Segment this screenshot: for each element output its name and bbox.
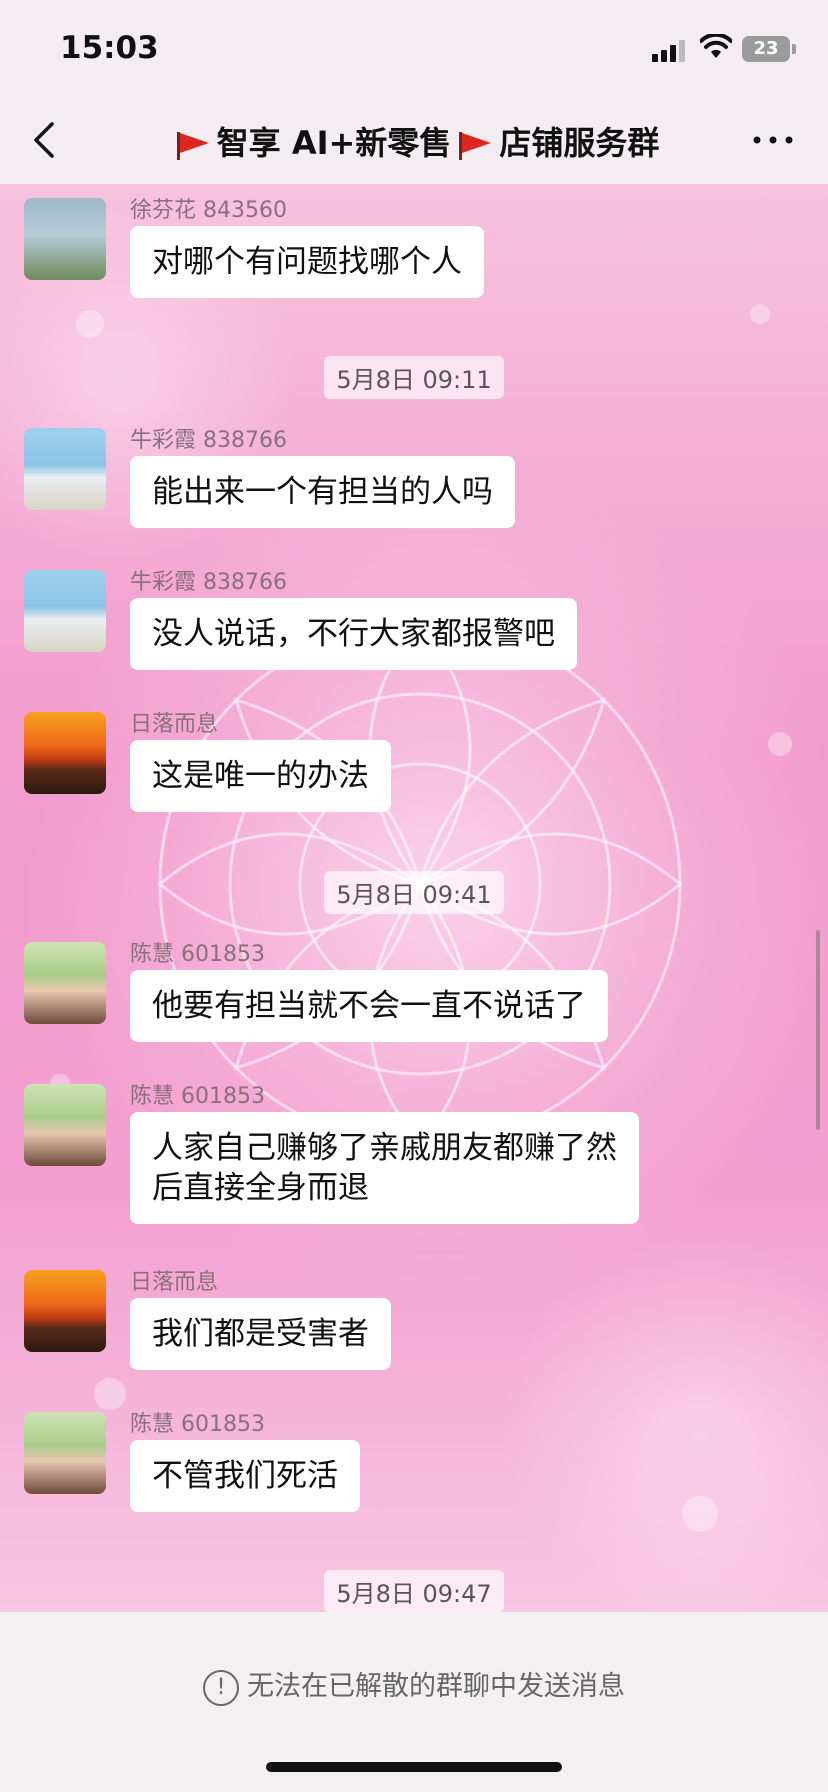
chat-title: 智享 AI+新零售 店铺服务群	[0, 118, 828, 164]
avatar[interactable]	[24, 942, 106, 1024]
avatar[interactable]	[24, 1412, 106, 1494]
disbanded-notice: ! 无法在已解散的群聊中发送消息	[0, 1664, 828, 1706]
timestamp: 5月8日 09:47	[0, 1570, 828, 1613]
message-bubble[interactable]: 我们都是受害者	[130, 1298, 391, 1370]
status-bar: 15:03 23	[0, 0, 828, 96]
sender-name: 日落而息	[130, 712, 219, 737]
message-bubble[interactable]: 人家自己赚够了亲戚朋友都赚了然 后直接全身而退	[130, 1112, 639, 1224]
exclamation-circle-icon: !	[203, 1669, 239, 1706]
red-flag-icon	[459, 132, 492, 160]
avatar[interactable]	[24, 428, 106, 510]
message-bubble[interactable]: 能出来一个有担当的人吗	[130, 456, 515, 528]
avatar[interactable]	[24, 570, 106, 652]
sender-name: 牛彩霞 838766	[130, 428, 287, 453]
message-bubble[interactable]: 他要有担当就不会一直不说话了	[130, 970, 608, 1042]
chat-title-right: 店铺服务群	[499, 124, 660, 162]
message-bubble[interactable]: 没人说话，不行大家都报警吧	[130, 598, 577, 670]
sender-name: 徐芬花 843560	[130, 198, 287, 223]
sender-name: 陈慧 601853	[130, 1084, 265, 1109]
sender-name: 陈慧 601853	[130, 1412, 265, 1437]
battery-tip	[792, 44, 796, 54]
avatar[interactable]	[24, 712, 106, 794]
scrollbar[interactable]	[816, 930, 820, 1130]
home-indicator[interactable]	[266, 1762, 562, 1772]
notice-text: 无法在已解散的群聊中发送消息	[247, 1671, 625, 1702]
avatar[interactable]	[24, 1270, 106, 1352]
red-flag-icon	[176, 132, 209, 160]
input-area: ! 无法在已解散的群聊中发送消息	[0, 1612, 828, 1792]
chat-title-left: 智享 AI+新零售	[216, 124, 452, 162]
message-bubble[interactable]: 这是唯一的办法	[130, 740, 391, 812]
sender-name: 牛彩霞 838766	[130, 570, 287, 595]
timestamp-text: 5月8日 09:47	[324, 1570, 504, 1613]
sender-name: 日落而息	[130, 1270, 219, 1295]
cellular-signal-icon	[652, 40, 685, 62]
wifi-icon	[700, 34, 732, 58]
avatar[interactable]	[24, 1084, 106, 1166]
message-bubble[interactable]: 对哪个有问题找哪个人	[130, 226, 484, 298]
status-time: 15:03	[60, 30, 159, 66]
avatar[interactable]	[24, 198, 106, 280]
timestamp-text: 5月8日 09:11	[324, 356, 504, 399]
timestamp: 5月8日 09:41	[0, 871, 828, 914]
timestamp-text: 5月8日 09:41	[324, 871, 504, 914]
ellipsis-icon[interactable]	[748, 128, 798, 152]
message-bubble[interactable]: 不管我们死活	[130, 1440, 360, 1512]
sender-name: 陈慧 601853	[130, 942, 265, 967]
timestamp: 5月8日 09:11	[0, 356, 828, 399]
chat-header: 智享 AI+新零售 店铺服务群	[0, 96, 828, 185]
battery-icon: 23	[742, 36, 790, 62]
